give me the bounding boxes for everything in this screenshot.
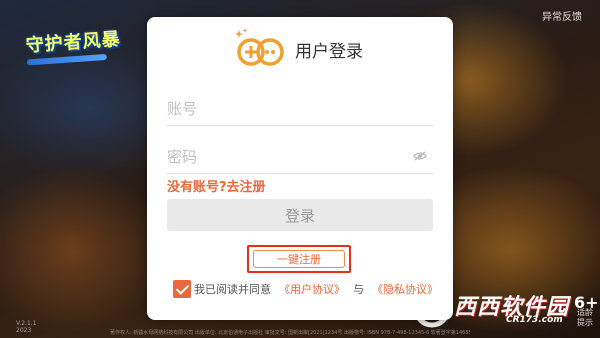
feedback-link[interactable]: 异常反馈 — [542, 8, 582, 23]
one-click-register-highlight: 一键注册 — [247, 245, 351, 273]
version-text: V.2.1.1 — [16, 320, 37, 327]
password-field — [167, 143, 433, 174]
game-logo: 守护者风暴 — [25, 25, 127, 70]
dialog-title: 用户登录 — [295, 42, 363, 62]
age-rating-stamp: 6+ 适龄提示 — [574, 293, 599, 328]
copyright-footer: 著作权人: 新疆水母网络科技有限公司 出版单位: 北京伯通电子出版社 审批文号:… — [110, 330, 470, 336]
age-rating-label: 适龄提示 — [577, 308, 593, 327]
age-rating-value: 6+ — [574, 293, 599, 312]
account-input[interactable] — [167, 95, 433, 123]
agreement-and: 与 — [353, 283, 364, 296]
login-button[interactable]: 登录 — [167, 199, 433, 231]
privacy-policy-link[interactable]: 《隐私协议》 — [372, 281, 438, 297]
one-click-register-button[interactable]: 一键注册 — [253, 250, 345, 268]
login-dialog: 用户登录 没有账号?去注册 登录 一键注册 我已阅读并同意 《用户协议》 与 《… — [147, 17, 453, 320]
agreement-prefix: 我已阅读并同意 — [194, 283, 271, 296]
password-input[interactable] — [167, 143, 433, 171]
gamepad-logo-icon — [235, 28, 284, 66]
account-field — [167, 95, 433, 126]
version-year: 2023 — [16, 327, 32, 334]
eye-off-icon[interactable] — [413, 151, 427, 161]
user-agreement-link[interactable]: 《用户协议》 — [279, 281, 345, 297]
agreement-row: 我已阅读并同意 《用户协议》 与 《隐私协议》 — [173, 279, 438, 299]
agreement-checkbox[interactable] — [173, 280, 191, 298]
watermark-domain: CR173.com — [506, 315, 563, 325]
version-info: V.2.1.1 2023 — [16, 320, 37, 334]
game-logo-text: 守护者风暴 — [25, 28, 122, 57]
go-register-link[interactable]: 没有账号?去注册 — [167, 176, 266, 195]
